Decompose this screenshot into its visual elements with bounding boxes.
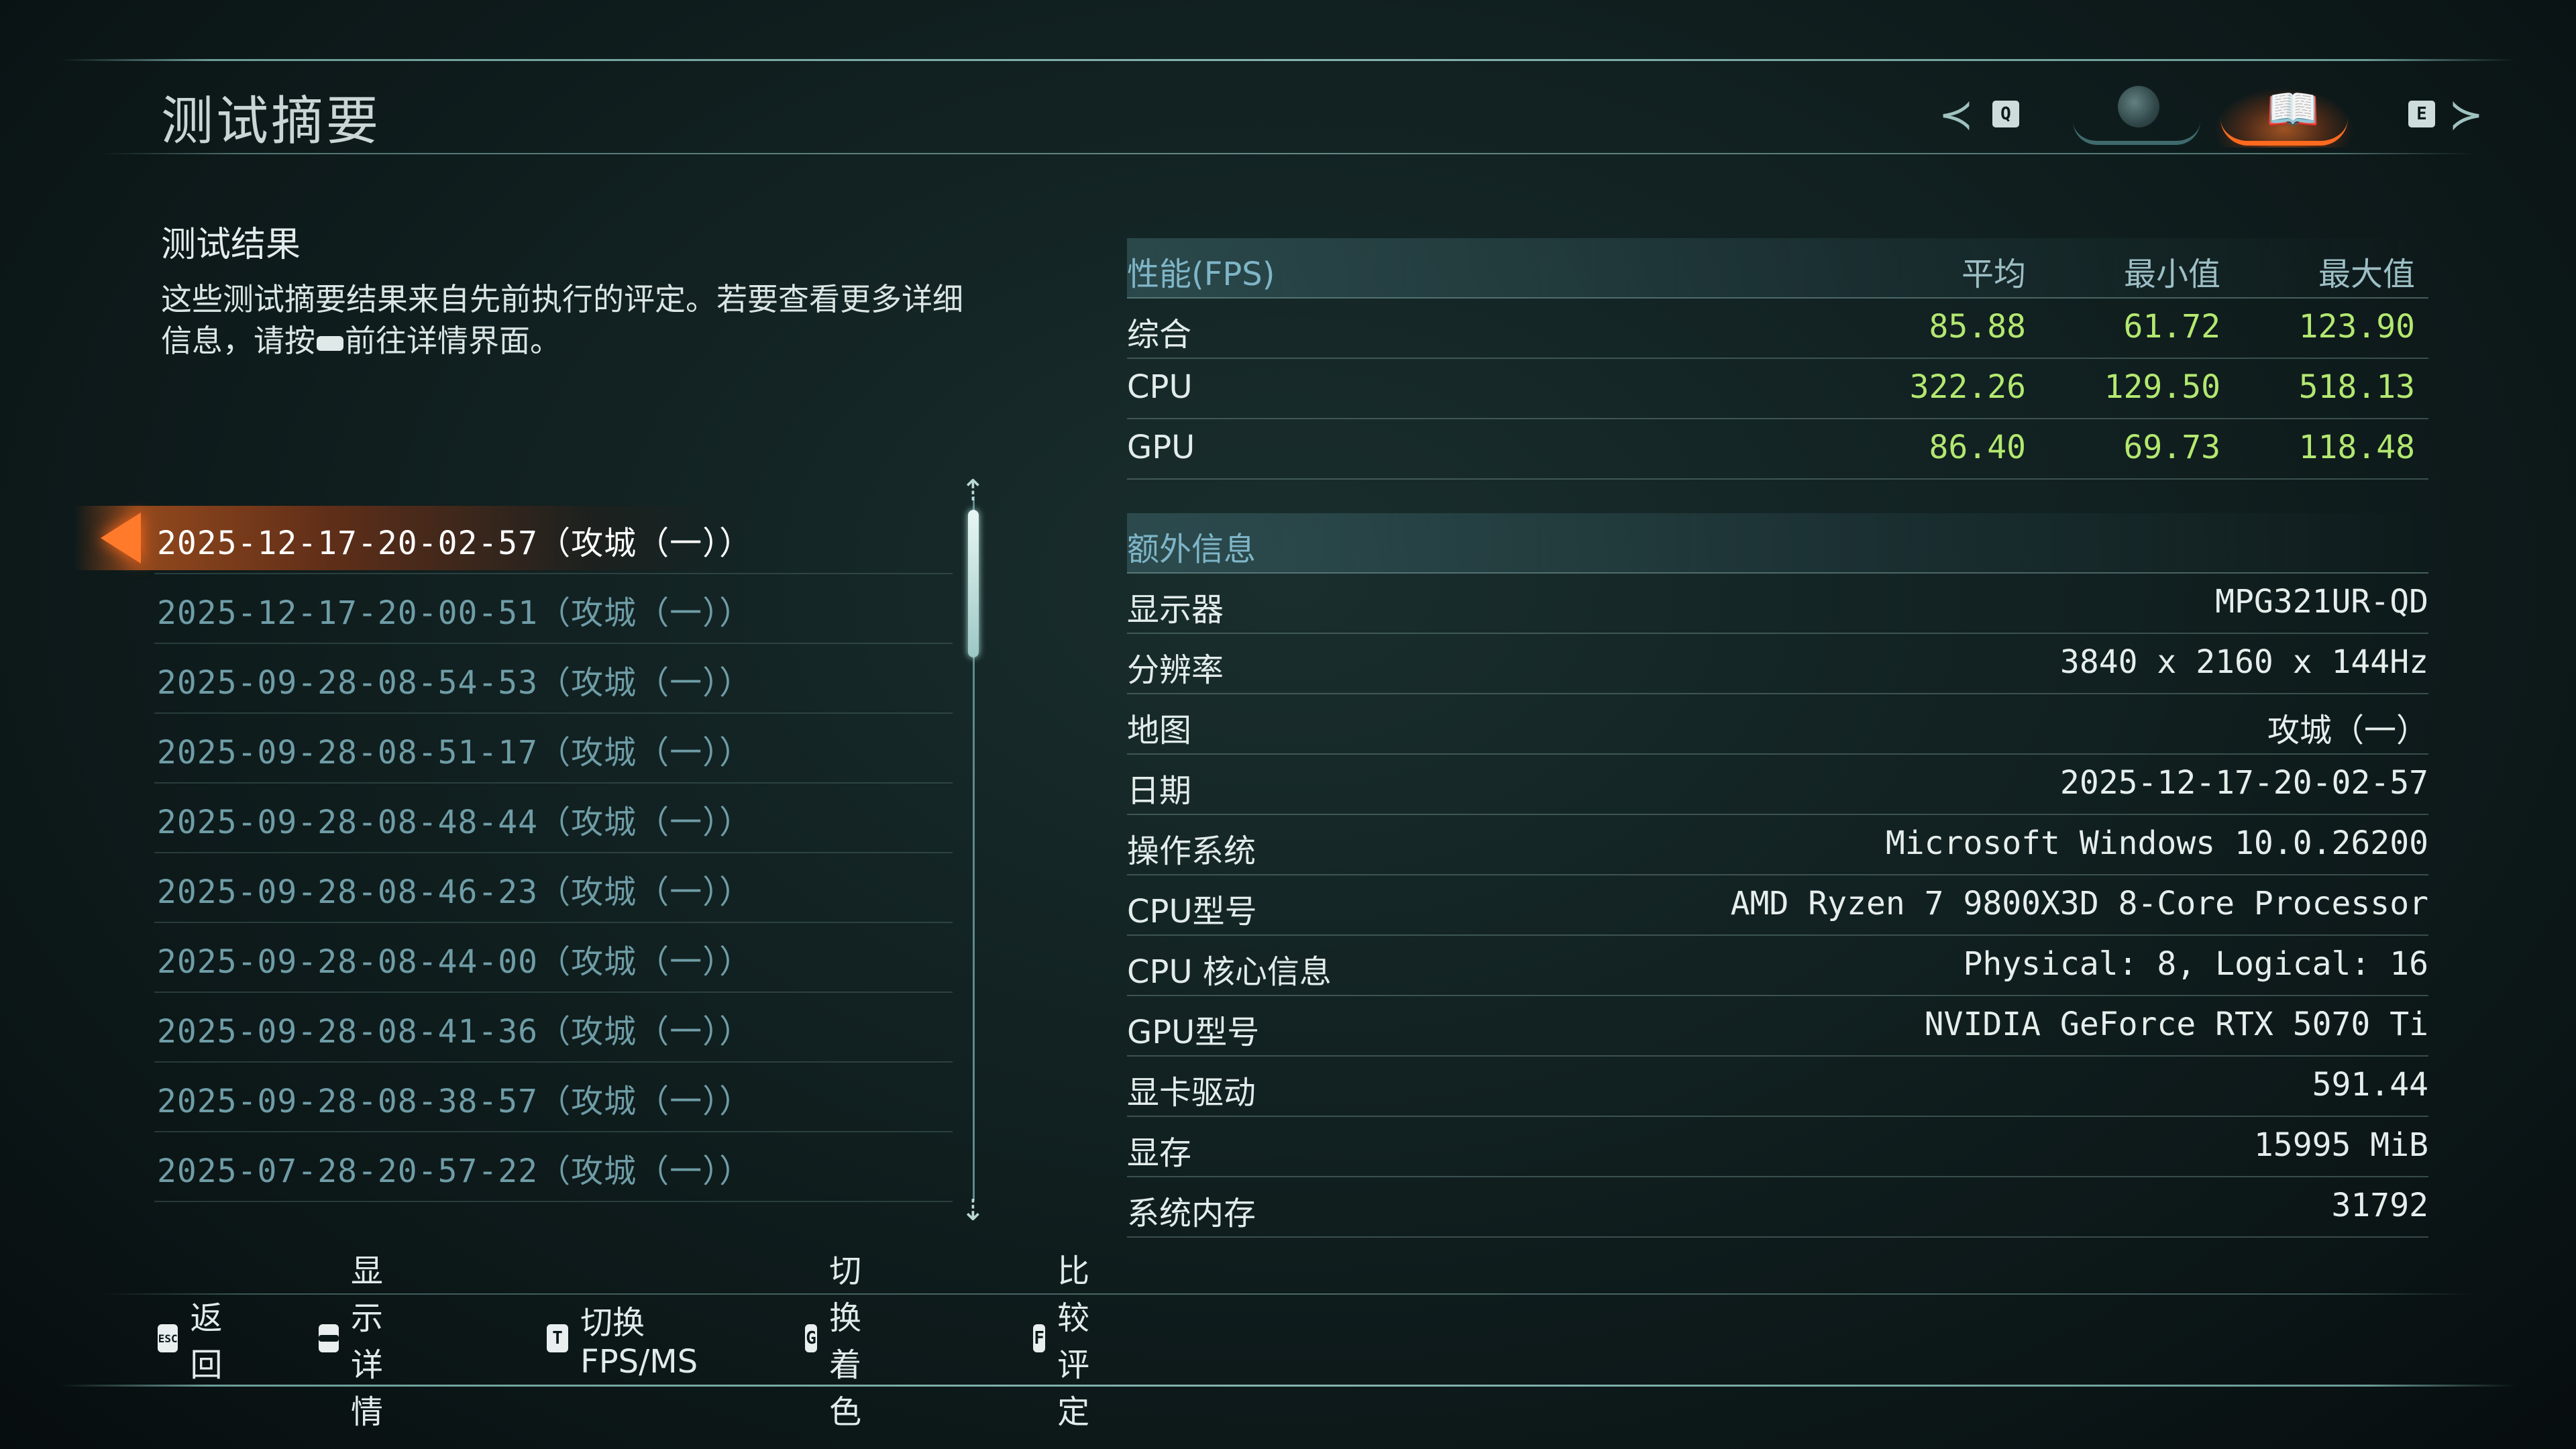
next-tab-key-e[interactable]: E bbox=[2408, 101, 2435, 127]
table-row: 显卡驱动 591.44 bbox=[1127, 1057, 2428, 1117]
list-item[interactable]: 2025-09-28-08-48-44（攻城（一）） bbox=[154, 784, 953, 853]
esc-key-icon: ESC bbox=[158, 1324, 178, 1352]
list-item[interactable]: 2025-09-28-08-46-23（攻城（一）） bbox=[154, 853, 953, 923]
table-row: CPU 322.26 129.50 518.13 bbox=[1127, 359, 2428, 419]
spacebar-key-icon bbox=[319, 1324, 339, 1352]
list-item[interactable]: 2025-07-28-20-57-22（攻城（一）） bbox=[154, 1132, 953, 1202]
g-key-icon: G bbox=[805, 1324, 818, 1352]
table-row: 综合 85.88 61.72 123.90 bbox=[1127, 299, 2428, 359]
results-heading: 测试结果 bbox=[161, 225, 301, 265]
list-item[interactable]: 2025-09-28-08-41-36（攻城（一）） bbox=[154, 993, 953, 1063]
header-min: 最小值 bbox=[2123, 256, 2220, 293]
table-row: 分辨率 3840 x 2160 x 144Hz bbox=[1127, 634, 2428, 694]
table-row: 系统内存 31792 bbox=[1127, 1177, 2428, 1238]
scroll-up-icon: ⇡ bbox=[961, 474, 985, 508]
book-icon: 📖 bbox=[2266, 85, 2320, 135]
performance-table: 性能(FPS) 平均 最小值 最大值 综合 85.88 61.72 123.90… bbox=[1127, 238, 2428, 480]
run-list: 2025-12-17-20-02-57（攻城（一）） 2025-12-17-20… bbox=[74, 504, 953, 1202]
list-item[interactable]: 2025-12-17-20-02-57（攻城（一）） bbox=[74, 504, 953, 574]
prev-tab-key-q[interactable]: Q bbox=[1992, 101, 2019, 127]
footer-topline bbox=[101, 1293, 2475, 1295]
header-avg: 平均 bbox=[1961, 256, 2026, 293]
tab-benchmark-summary[interactable]: 📖 bbox=[2214, 80, 2355, 148]
table-header: 性能(FPS) 平均 最小值 最大值 bbox=[1127, 238, 2428, 299]
selection-arrow-icon bbox=[101, 513, 141, 564]
list-item[interactable]: 2025-09-28-08-44-00（攻城（一）） bbox=[154, 923, 953, 993]
description-text: 这些测试摘要结果来自先前执行的评定。若要查看更多详细信息，请按 bbox=[161, 281, 963, 359]
results-description: 这些测试摘要结果来自先前执行的评定。若要查看更多详细信息，请按 前往详情界面。 bbox=[161, 278, 966, 362]
header-max: 最大值 bbox=[2318, 256, 2415, 293]
table-row: 地图 攻城（一） bbox=[1127, 694, 2428, 755]
show-details-button[interactable]: 显示详情 bbox=[319, 1252, 394, 1431]
table-row: 显示器 MPG321UR-QD bbox=[1127, 574, 2428, 634]
table-row: CPU型号 AMD Ryzen 7 9800X3D 8-Core Processo… bbox=[1127, 875, 2428, 936]
spacebar-key-icon bbox=[317, 335, 343, 351]
perf-header-label: 性能(FPS) bbox=[1127, 256, 1275, 293]
run-list-scrollbar[interactable]: ⇡ ⇣ bbox=[961, 474, 985, 1228]
f-key-icon: F bbox=[1033, 1324, 1046, 1352]
extra-info-table: 额外信息 显示器 MPG321UR-QD 分辨率 3840 x 2160 x 144… bbox=[1127, 513, 2428, 1238]
toggle-fps-ms-button[interactable]: T 切换FPS/MS bbox=[547, 1304, 707, 1381]
chevron-right-icon[interactable]: ≻ bbox=[2449, 90, 2483, 139]
top-tab-nav: ≺ Q 📖 E ≻ bbox=[1939, 80, 2489, 154]
tab-overview[interactable] bbox=[2066, 80, 2207, 148]
toggle-shading-button[interactable]: G 切换着色 bbox=[805, 1252, 880, 1431]
list-item[interactable]: 2025-09-28-08-51-17（攻城（一）） bbox=[154, 714, 953, 784]
page-title: 测试摘要 bbox=[161, 91, 382, 152]
back-button[interactable]: ESC 返回 bbox=[158, 1299, 233, 1384]
table-row: 显存 15995 MiB bbox=[1127, 1117, 2428, 1177]
list-item[interactable]: 2025-09-28-08-38-57（攻城（一）） bbox=[154, 1063, 953, 1132]
table-row: 操作系统 Microsoft Windows 10.0.26200 bbox=[1127, 815, 2428, 875]
scrollbar-thumb[interactable] bbox=[968, 510, 979, 657]
compare-button[interactable]: F 比较评定 bbox=[1033, 1252, 1108, 1431]
scroll-down-icon: ⇣ bbox=[961, 1193, 985, 1228]
description-text-end: 前往详情界面。 bbox=[345, 323, 561, 359]
t-key-icon: T bbox=[547, 1324, 569, 1352]
chevron-left-icon[interactable]: ≺ bbox=[1939, 90, 1974, 139]
list-item[interactable]: 2025-12-17-20-00-51（攻城（一）） bbox=[154, 574, 953, 644]
table-row: GPU型号 NVIDIA GeForce RTX 5070 Ti bbox=[1127, 996, 2428, 1057]
table-row: 日期 2025-12-17-20-02-57 bbox=[1127, 755, 2428, 815]
list-item[interactable]: 2025-09-28-08-54-53（攻城（一）） bbox=[154, 644, 953, 714]
top-frame-line bbox=[60, 59, 2516, 61]
bottom-frame-line bbox=[60, 1385, 2516, 1387]
table-row: CPU 核心信息 Physical: 8, Logical: 16 bbox=[1127, 936, 2428, 996]
table-row: GPU 86.40 69.73 118.48 bbox=[1127, 419, 2428, 480]
table-header: 额外信息 bbox=[1127, 513, 2428, 574]
extra-header-label: 额外信息 bbox=[1127, 531, 1256, 568]
